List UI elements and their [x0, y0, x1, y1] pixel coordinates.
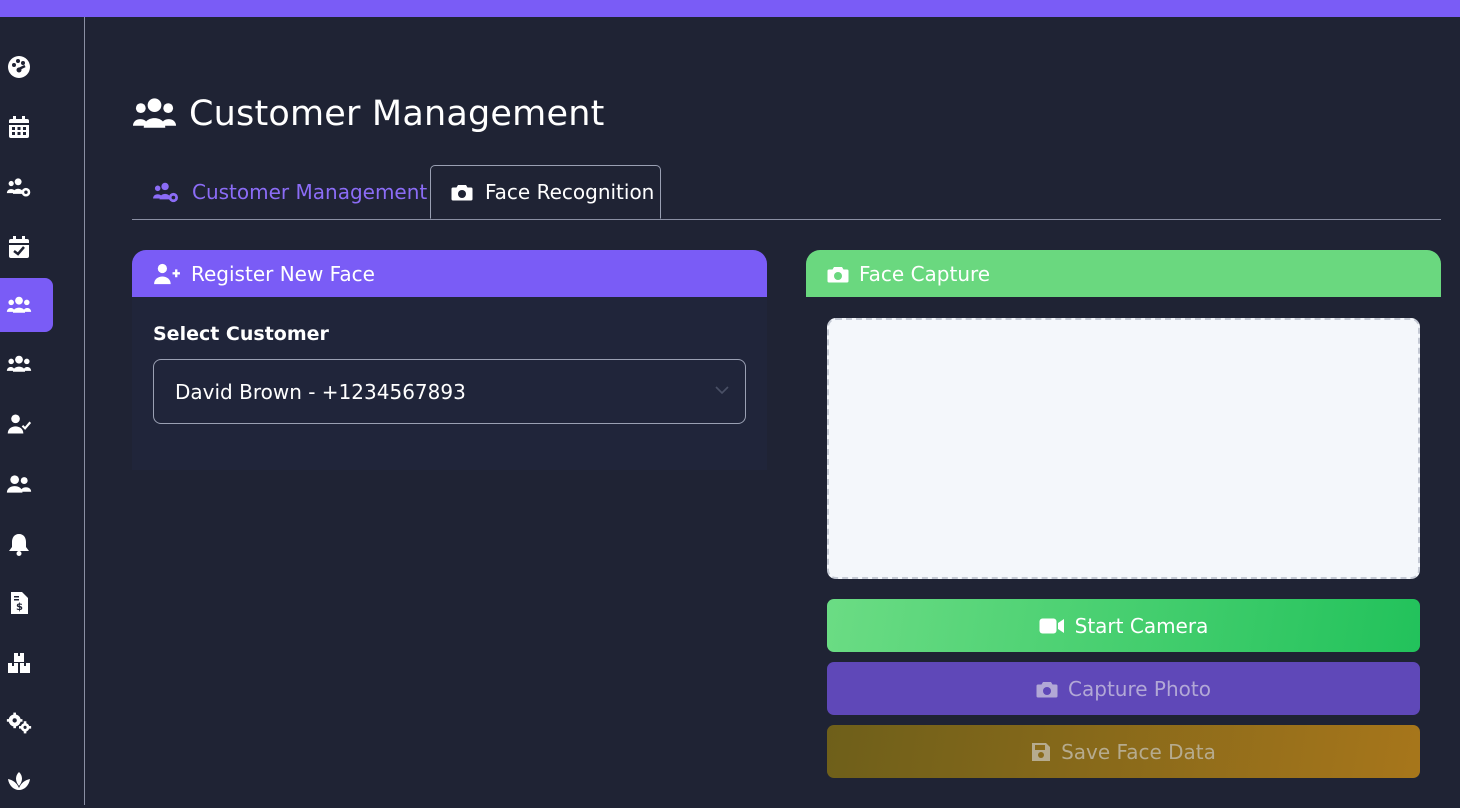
sidebar-item-settings[interactable]	[0, 696, 53, 750]
save-face-data-label: Save Face Data	[1061, 739, 1216, 764]
users-icon	[132, 98, 177, 128]
sidebar: $	[0, 17, 85, 805]
tab-face-recognition[interactable]: Face Recognition	[430, 165, 661, 219]
tab-label: Face Recognition	[485, 180, 655, 204]
cogs-icon	[6, 712, 32, 734]
camera-preview	[827, 318, 1420, 579]
start-camera-label: Start Camera	[1074, 613, 1209, 638]
sidebar-item-dashboard[interactable]	[0, 40, 53, 94]
calendar-check-icon	[9, 236, 29, 258]
capture-photo-label: Capture Photo	[1068, 676, 1211, 701]
page-title-text: Customer Management	[189, 94, 605, 134]
sidebar-item-invoices[interactable]: $	[0, 576, 53, 630]
face-capture-header: Face Capture	[806, 250, 1441, 297]
sidebar-item-members[interactable]	[0, 457, 53, 511]
user-check-icon	[7, 414, 32, 434]
users-icon	[6, 296, 32, 313]
video-icon	[1039, 618, 1064, 633]
tab-label: Customer Management	[192, 179, 428, 204]
camera-icon	[1036, 681, 1058, 697]
tab-customer-management[interactable]: Customer Management	[152, 165, 427, 218]
boxes-icon	[8, 653, 30, 673]
bell-icon	[9, 534, 29, 556]
palette-icon	[8, 56, 30, 78]
select-customer-label: Select Customer	[153, 323, 329, 345]
sidebar-item-attendance[interactable]	[0, 397, 53, 451]
chevron-down-icon	[715, 386, 729, 395]
sidebar-item-notifications[interactable]	[0, 517, 53, 571]
customer-select[interactable]: David Brown - +1234567893	[153, 359, 746, 424]
sidebar-item-customers[interactable]	[0, 278, 53, 332]
customer-select-value: David Brown - +1234567893	[175, 379, 466, 404]
sidebar-item-groups[interactable]	[0, 337, 53, 391]
register-face-title: Register New Face	[191, 261, 375, 286]
user-friends-icon	[6, 475, 32, 493]
users-cog-icon	[153, 182, 178, 202]
svg-text:$: $	[16, 602, 23, 613]
camera-icon	[827, 266, 849, 282]
face-capture-card: Face Capture Start Camera Capture Photo …	[806, 250, 1441, 805]
camera-icon	[451, 185, 473, 201]
save-face-data-button[interactable]: Save Face Data	[827, 725, 1420, 778]
save-icon	[1032, 742, 1051, 761]
sidebar-item-staff-settings[interactable]	[0, 160, 53, 214]
tab-bar: Customer Management Face Recognition	[132, 165, 1441, 220]
capture-photo-button[interactable]: Capture Photo	[827, 662, 1420, 715]
page-title: Customer Management	[132, 92, 605, 136]
sidebar-item-spa[interactable]	[0, 754, 53, 808]
sidebar-item-inventory[interactable]	[0, 636, 53, 690]
spa-icon	[8, 772, 30, 790]
top-accent-bar	[0, 0, 1460, 17]
start-camera-button[interactable]: Start Camera	[827, 599, 1420, 652]
face-capture-title: Face Capture	[859, 261, 991, 286]
register-face-card: Register New Face Select Customer David …	[132, 250, 767, 470]
sidebar-item-calendar[interactable]	[0, 100, 53, 154]
users-cog-icon	[6, 178, 31, 197]
user-plus-icon	[154, 263, 180, 284]
file-invoice-dollar-icon: $	[11, 592, 28, 614]
users-icon	[6, 355, 32, 372]
calendar-icon	[9, 116, 29, 138]
sidebar-item-appointments[interactable]	[0, 220, 53, 274]
register-face-header: Register New Face	[132, 250, 767, 297]
